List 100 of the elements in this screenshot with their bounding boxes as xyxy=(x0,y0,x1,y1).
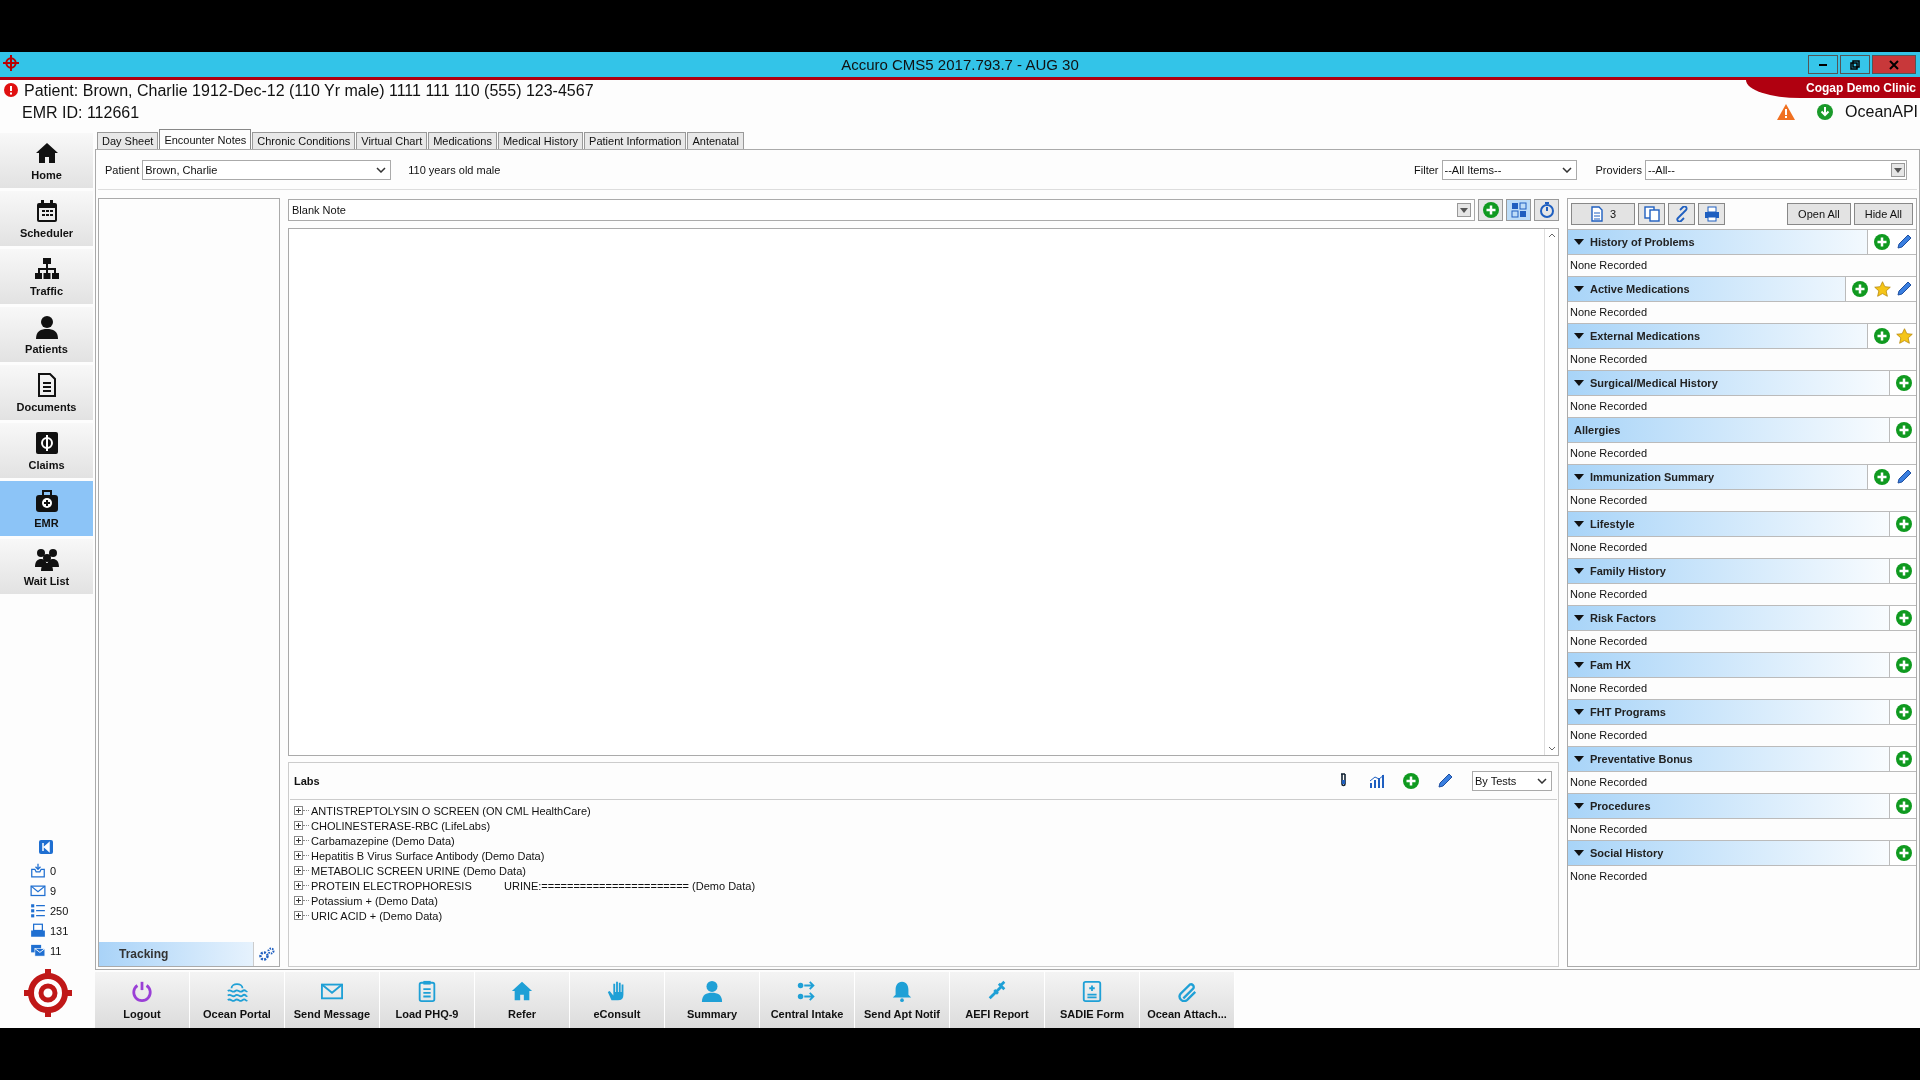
add-button[interactable] xyxy=(1893,560,1915,582)
toolbar-button[interactable]: Summary xyxy=(665,972,760,1028)
toolbar-button[interactable]: Load PHQ-9 xyxy=(380,972,475,1028)
section-content: None Recorded xyxy=(1569,775,1649,790)
nav-button[interactable]: Documents xyxy=(0,365,93,420)
nav-button[interactable]: Traffic xyxy=(0,249,93,304)
toolbar-button[interactable]: Refer xyxy=(475,972,570,1028)
providers-dropdown[interactable]: --All-- xyxy=(1645,159,1907,180)
toolbar-button[interactable]: SADIE Form xyxy=(1045,972,1140,1028)
section-content: None Recorded xyxy=(1569,493,1649,508)
house-icon xyxy=(511,980,533,1002)
lab-test[interactable]: METABOLIC SCREEN URINE (Demo Data) xyxy=(311,864,526,877)
copy-button[interactable] xyxy=(1638,203,1665,225)
filter-dropdown[interactable]: --All Items-- xyxy=(1441,159,1577,180)
minimize-icon xyxy=(1819,63,1827,66)
toolbar-button[interactable]: Send Apt Notif xyxy=(855,972,950,1028)
tab[interactable]: Chronic Conditions xyxy=(252,132,356,149)
power-icon xyxy=(131,980,153,1002)
toolbar-button[interactable]: Central Intake xyxy=(760,972,855,1028)
minimize-button[interactable] xyxy=(1808,55,1838,74)
documents-count-button[interactable]: 3 xyxy=(1571,203,1635,225)
scroll-down-icon xyxy=(1547,746,1556,751)
person-icon xyxy=(701,980,723,1002)
stopwatch-icon xyxy=(1538,202,1555,218)
restore-button[interactable] xyxy=(1840,55,1870,74)
toolbar-button[interactable]: Send Message xyxy=(285,972,380,1028)
add-button[interactable] xyxy=(1893,419,1915,441)
add-button[interactable] xyxy=(1893,748,1915,770)
section-content: None Recorded xyxy=(1569,305,1649,320)
nav-button[interactable]: Patients xyxy=(0,307,93,362)
nav-button[interactable]: Scheduler xyxy=(0,191,93,246)
toolbar-button[interactable]: Ocean Portal xyxy=(190,972,285,1028)
add-button[interactable] xyxy=(1893,701,1915,723)
window-title: Accuro CMS5 2017.793.7 - AUG 30 xyxy=(841,56,1079,73)
plus-icon xyxy=(1896,751,1912,767)
toolbar-button[interactable]: eConsult xyxy=(570,972,665,1028)
envelope-icon xyxy=(30,883,46,898)
person-icon xyxy=(34,314,59,339)
pencil-icon xyxy=(1896,469,1912,485)
add-button[interactable] xyxy=(1400,770,1422,792)
plus-icon xyxy=(1874,469,1890,485)
add-button[interactable] xyxy=(1893,654,1915,676)
section-content: None Recorded xyxy=(1569,681,1649,696)
plus-icon xyxy=(1482,202,1499,218)
download-icon xyxy=(1817,104,1834,120)
patient-dropdown[interactable]: Brown, Charlie xyxy=(142,159,392,180)
nav-button[interactable]: Claims xyxy=(0,423,93,478)
add-button[interactable] xyxy=(1871,231,1893,253)
section-content: None Recorded xyxy=(1569,587,1649,602)
lab-test[interactable]: CHOLINESTERASE-RBC (LifeLabs) xyxy=(311,819,491,832)
document-icon xyxy=(1589,206,1604,222)
plus-icon xyxy=(1896,422,1912,438)
add-button[interactable] xyxy=(1478,199,1503,221)
section-content: None Recorded xyxy=(1569,446,1649,461)
note-template-dropdown[interactable]: Blank Note xyxy=(288,199,1475,221)
add-button[interactable] xyxy=(1871,466,1893,488)
lab-result: URINE:======================= (Demo Data) xyxy=(504,879,756,892)
add-button[interactable] xyxy=(1893,513,1915,535)
nav-button[interactable]: Home xyxy=(0,133,93,188)
view-dropdown[interactable]: By Tests xyxy=(1472,771,1552,791)
tab[interactable]: Day Sheet xyxy=(97,132,159,149)
list-icon xyxy=(30,903,46,918)
tab[interactable]: Patient Information xyxy=(584,132,687,149)
lab-test[interactable]: PROTEIN ELECTROPHORESIS xyxy=(311,879,504,892)
close-button[interactable] xyxy=(1872,55,1916,74)
link-button[interactable] xyxy=(1668,203,1695,225)
caret-down-icon xyxy=(1457,203,1471,217)
layout-button[interactable] xyxy=(1506,199,1531,221)
toolbar-button[interactable]: AEFI Report xyxy=(950,972,1045,1028)
tab[interactable]: Virtual Chart xyxy=(356,132,428,149)
lab-test[interactable]: Carbamazepine (Demo Data) xyxy=(311,834,455,847)
lab-test[interactable]: Potassium + (Demo Data) xyxy=(311,894,438,907)
plus-icon xyxy=(1896,516,1912,532)
panel-button[interactable]: Hide All xyxy=(1853,203,1913,225)
add-button[interactable] xyxy=(1893,842,1915,864)
bell-icon xyxy=(891,980,913,1002)
scrollbar[interactable] xyxy=(1544,229,1558,755)
lab-test[interactable]: ANTISTREPTOLYSIN O SCREEN (ON CML HealthCare) xyxy=(311,804,591,817)
timer-button[interactable] xyxy=(1534,199,1559,221)
lab-test[interactable]: URIC ACID + (Demo Data) xyxy=(311,909,443,922)
tab[interactable]: Antenatal xyxy=(687,132,744,149)
tab[interactable]: Encounter Notes xyxy=(159,129,252,149)
toolbar-button[interactable]: Ocean Attach... xyxy=(1140,972,1235,1028)
target-logo-icon xyxy=(21,967,74,1019)
tab[interactable]: Medications xyxy=(428,132,497,149)
pencil-icon xyxy=(1896,281,1912,297)
add-button[interactable] xyxy=(1893,607,1915,629)
add-button[interactable] xyxy=(1871,325,1893,347)
print-button[interactable] xyxy=(1698,203,1725,225)
tab[interactable]: Medical History xyxy=(497,132,584,149)
add-button[interactable] xyxy=(1849,278,1871,300)
counter-value: 9 xyxy=(50,884,57,897)
add-button[interactable] xyxy=(1893,795,1915,817)
lab-test[interactable]: Hepatitis B Virus Surface Antibody (Demo Data) xyxy=(311,849,545,862)
favorite-button[interactable] xyxy=(1893,325,1915,347)
nav-button[interactable]: EMR xyxy=(0,481,93,536)
toolbar-button[interactable]: Logout xyxy=(95,972,190,1028)
panel-button[interactable]: Open All xyxy=(1787,203,1851,225)
add-button[interactable] xyxy=(1893,372,1915,394)
nav-button[interactable]: Wait List xyxy=(0,539,93,594)
